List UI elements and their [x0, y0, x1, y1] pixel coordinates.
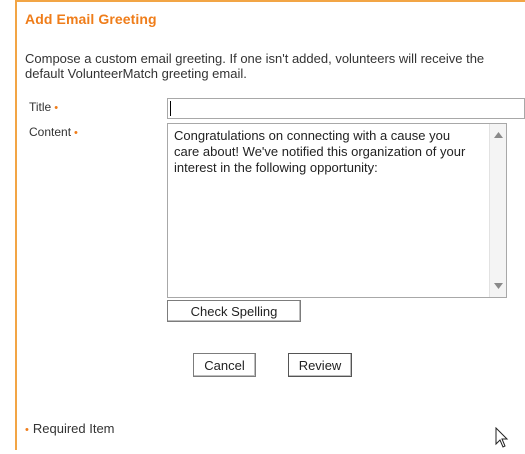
- review-button[interactable]: Review: [288, 353, 352, 377]
- required-marker: •: [74, 127, 78, 139]
- content-textarea-text: Congratulations on connecting with a cau…: [174, 128, 466, 175]
- required-marker: •: [54, 102, 59, 114]
- title-label-text: Title: [29, 100, 52, 114]
- check-spelling-button[interactable]: Check Spelling: [167, 300, 301, 322]
- title-input[interactable]: [167, 98, 525, 119]
- required-marker: •: [25, 424, 29, 436]
- email-greeting-panel: Add Email Greeting Compose a custom emai…: [15, 0, 525, 450]
- scroll-up-arrow-icon[interactable]: [490, 127, 506, 143]
- content-textarea[interactable]: Congratulations on connecting with a cau…: [167, 123, 507, 298]
- page-title: Add Email Greeting: [25, 11, 157, 27]
- required-item-note: • Required Item: [25, 421, 115, 436]
- title-field-label: Title •: [29, 100, 58, 114]
- content-field-label: Content •: [29, 125, 78, 139]
- content-label-text: Content: [29, 125, 72, 139]
- text-caret: [170, 101, 171, 116]
- cancel-button[interactable]: Cancel: [193, 353, 256, 377]
- required-item-label: Required Item: [32, 421, 115, 436]
- content-scrollbar[interactable]: [489, 124, 506, 297]
- intro-text: Compose a custom email greeting. If one …: [25, 51, 485, 81]
- scroll-down-arrow-icon[interactable]: [490, 278, 506, 294]
